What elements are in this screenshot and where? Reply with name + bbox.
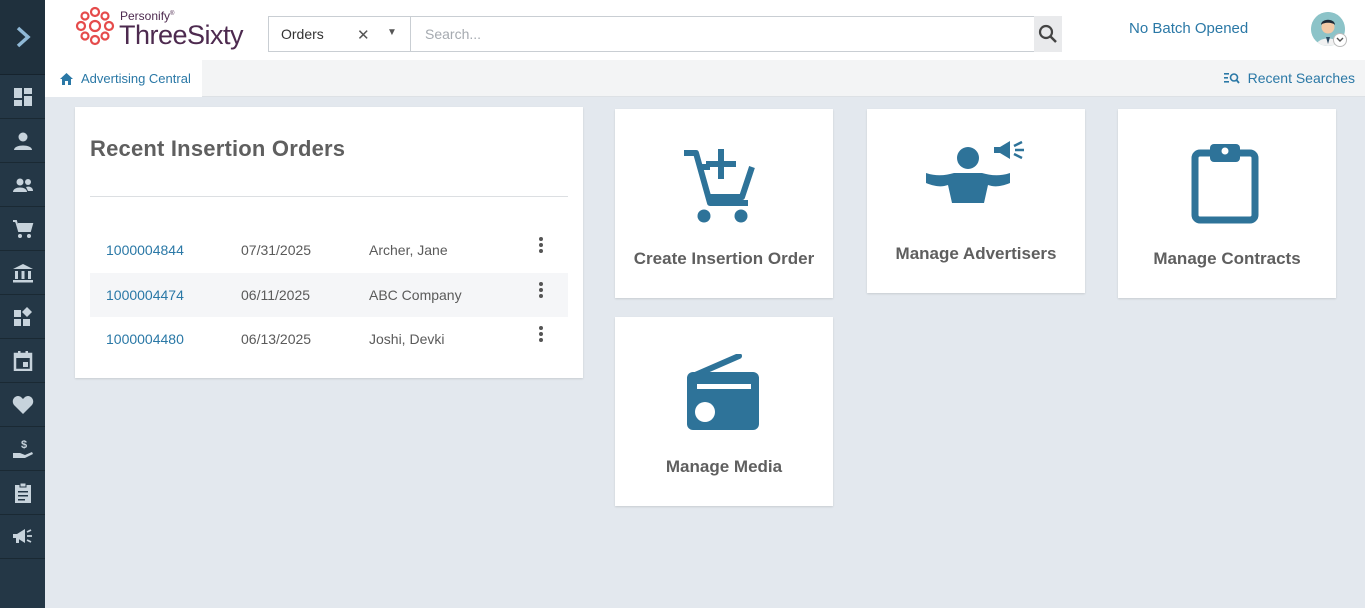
tab-advertising-central[interactable]: Advertising Central [45,60,202,97]
manage-advertisers-tile[interactable]: Manage Advertisers [867,109,1085,293]
recent-searches-link[interactable]: Recent Searches [1223,70,1355,86]
chevron-right-icon [16,26,31,48]
recent-searches-label: Recent Searches [1247,70,1355,86]
sidebar-item-cart[interactable] [0,207,45,251]
person-icon [13,132,32,150]
row-actions-button[interactable] [538,325,544,348]
sidebar-item-calendar[interactable] [0,339,45,383]
sidebar-item-group[interactable] [0,163,45,207]
sidebar-item-widgets[interactable] [0,295,45,339]
table-row: 1000004844 07/31/2025 Archer, Jane [90,228,568,272]
cart-icon [12,219,33,238]
add-to-cart-icon [684,149,755,223]
order-date: 06/13/2025 [241,331,312,347]
logo-product-text: ThreeSixty [119,20,244,50]
megaphone-icon [12,528,32,543]
global-search-bar: Orders ✕ ▼ [268,16,1062,52]
advertiser-megaphone-icon [926,140,1024,203]
search-history-icon [1223,73,1240,84]
search-button[interactable] [1034,16,1062,52]
order-number-link[interactable]: 1000004480 [106,331,184,347]
donation-icon: $ [12,439,33,458]
create-insertion-order-tile[interactable]: Create Insertion Order [615,109,833,298]
clipboard-icon [1191,144,1259,224]
order-customer-name: Joshi, Devki [369,331,445,347]
breadcrumb-bar: Advertising Central Recent Searches [45,60,1365,97]
search-scope-value: Orders [281,26,324,42]
kebab-menu-icon [539,282,543,298]
radio-icon [687,354,759,430]
clipboard-icon [14,482,31,503]
order-number-link[interactable]: 1000004474 [106,287,184,303]
recent-orders-title: Recent Insertion Orders [90,136,346,161]
order-number-link[interactable]: 1000004844 [106,242,184,258]
search-scope-select[interactable]: Orders ✕ ▼ [269,17,411,51]
sidebar-item-person[interactable] [0,119,45,163]
sidebar-item-bank[interactable] [0,251,45,295]
sidebar-item-clipboard[interactable] [0,471,45,515]
widgets-icon [13,306,32,326]
order-customer-name: Archer, Jane [369,242,448,258]
row-actions-button[interactable] [538,281,544,304]
manage-contracts-label: Manage Contracts [1153,249,1301,268]
left-sidebar: $ [0,0,45,608]
batch-status-link[interactable]: No Batch Opened [1129,20,1248,37]
sidebar-item-megaphone[interactable] [0,515,45,559]
search-icon [1038,24,1057,43]
table-row: 1000004474 06/11/2025 ABC Company [90,273,568,317]
row-actions-button[interactable] [538,236,544,259]
kebab-menu-icon [539,237,543,253]
manage-media-tile[interactable]: Manage Media [615,317,833,506]
personify-logo-icon [75,6,115,46]
top-header: Personify® ThreeSixty Orders ✕ ▼ No Batc… [45,0,1365,60]
manage-advertisers-label: Manage Advertisers [895,244,1057,263]
sidebar-item-heart[interactable] [0,383,45,427]
caret-down-icon[interactable]: ▼ [387,27,397,38]
kebab-menu-icon [539,326,543,342]
sidebar-expand-button[interactable] [0,0,45,75]
manage-contracts-tile[interactable]: Manage Contracts [1118,109,1336,298]
table-row: 1000004480 06/13/2025 Joshi, Devki [90,317,568,361]
heart-icon [12,395,33,414]
create-insertion-order-label: Create Insertion Order [633,249,815,268]
calendar-icon [13,350,32,371]
dashboard-icon [13,87,32,106]
order-date: 07/31/2025 [241,242,312,258]
tab-advertising-central-label: Advertising Central [81,71,191,86]
bank-icon [12,263,33,282]
clear-scope-icon[interactable]: ✕ [357,26,370,44]
group-icon [12,178,33,192]
divider [90,196,568,197]
order-date: 06/11/2025 [241,287,311,303]
sidebar-item-donation[interactable]: $ [0,427,45,471]
search-input[interactable] [411,17,1061,51]
sidebar-item-dashboard[interactable] [0,75,45,119]
home-icon [60,72,73,85]
svg-text:$: $ [21,439,27,451]
recent-insertion-orders-card: Recent Insertion Orders 1000004844 07/31… [75,107,583,378]
order-customer-name: ABC Company [369,287,462,303]
threesixty-logo[interactable]: Personify® ThreeSixty [75,4,255,50]
manage-media-label: Manage Media [665,457,783,476]
user-menu-caret[interactable] [1333,33,1347,47]
chevron-down-icon [1336,37,1344,42]
